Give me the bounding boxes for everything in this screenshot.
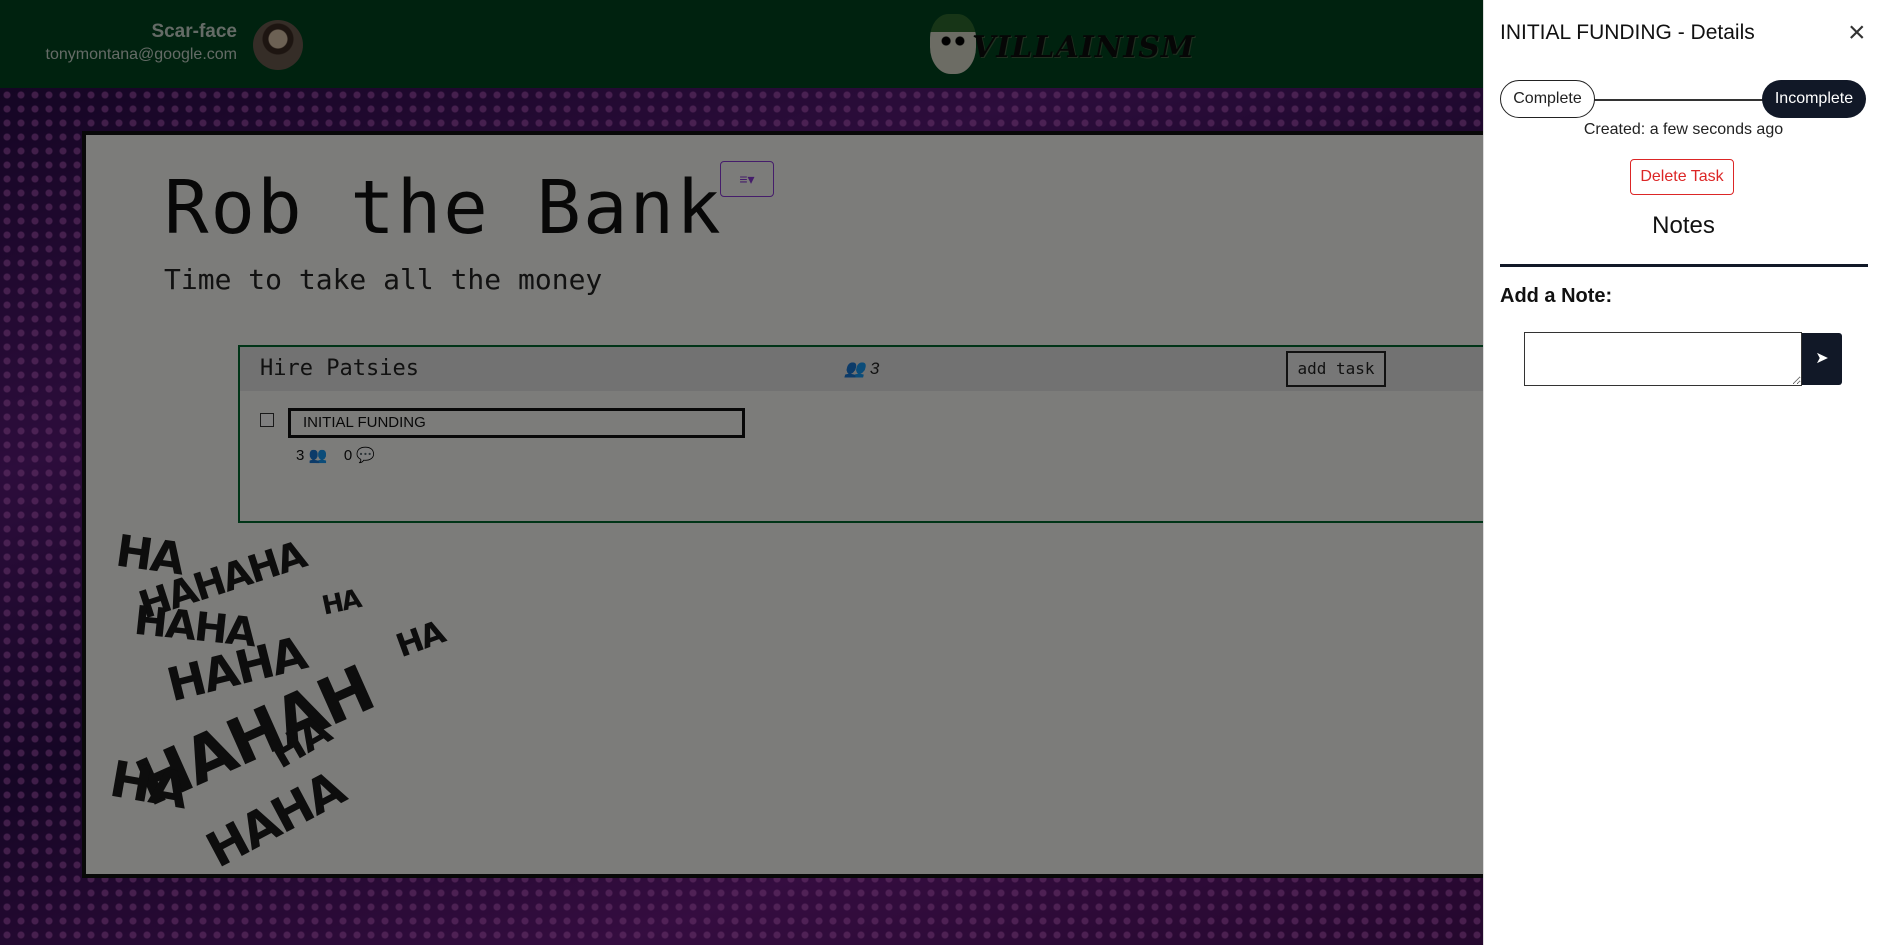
send-note-button[interactable]: ➤	[1802, 333, 1842, 385]
status-connector	[1584, 99, 1764, 101]
delete-task-button[interactable]: Delete Task	[1630, 159, 1734, 195]
task-details-panel: INITIAL FUNDING - Details × Complete Inc…	[1483, 0, 1882, 945]
close-icon[interactable]: ×	[1848, 18, 1866, 48]
send-icon: ➤	[1815, 350, 1829, 367]
notes-heading: Notes	[1652, 212, 1715, 239]
add-note-label: Add a Note:	[1500, 285, 1613, 307]
notes-divider	[1500, 264, 1868, 267]
note-input[interactable]	[1524, 332, 1802, 386]
complete-button[interactable]: Complete	[1500, 80, 1595, 118]
panel-title: INITIAL FUNDING - Details	[1500, 21, 1755, 44]
created-timestamp: Created: a few seconds ago	[1583, 121, 1784, 138]
incomplete-button[interactable]: Incomplete	[1762, 80, 1866, 118]
